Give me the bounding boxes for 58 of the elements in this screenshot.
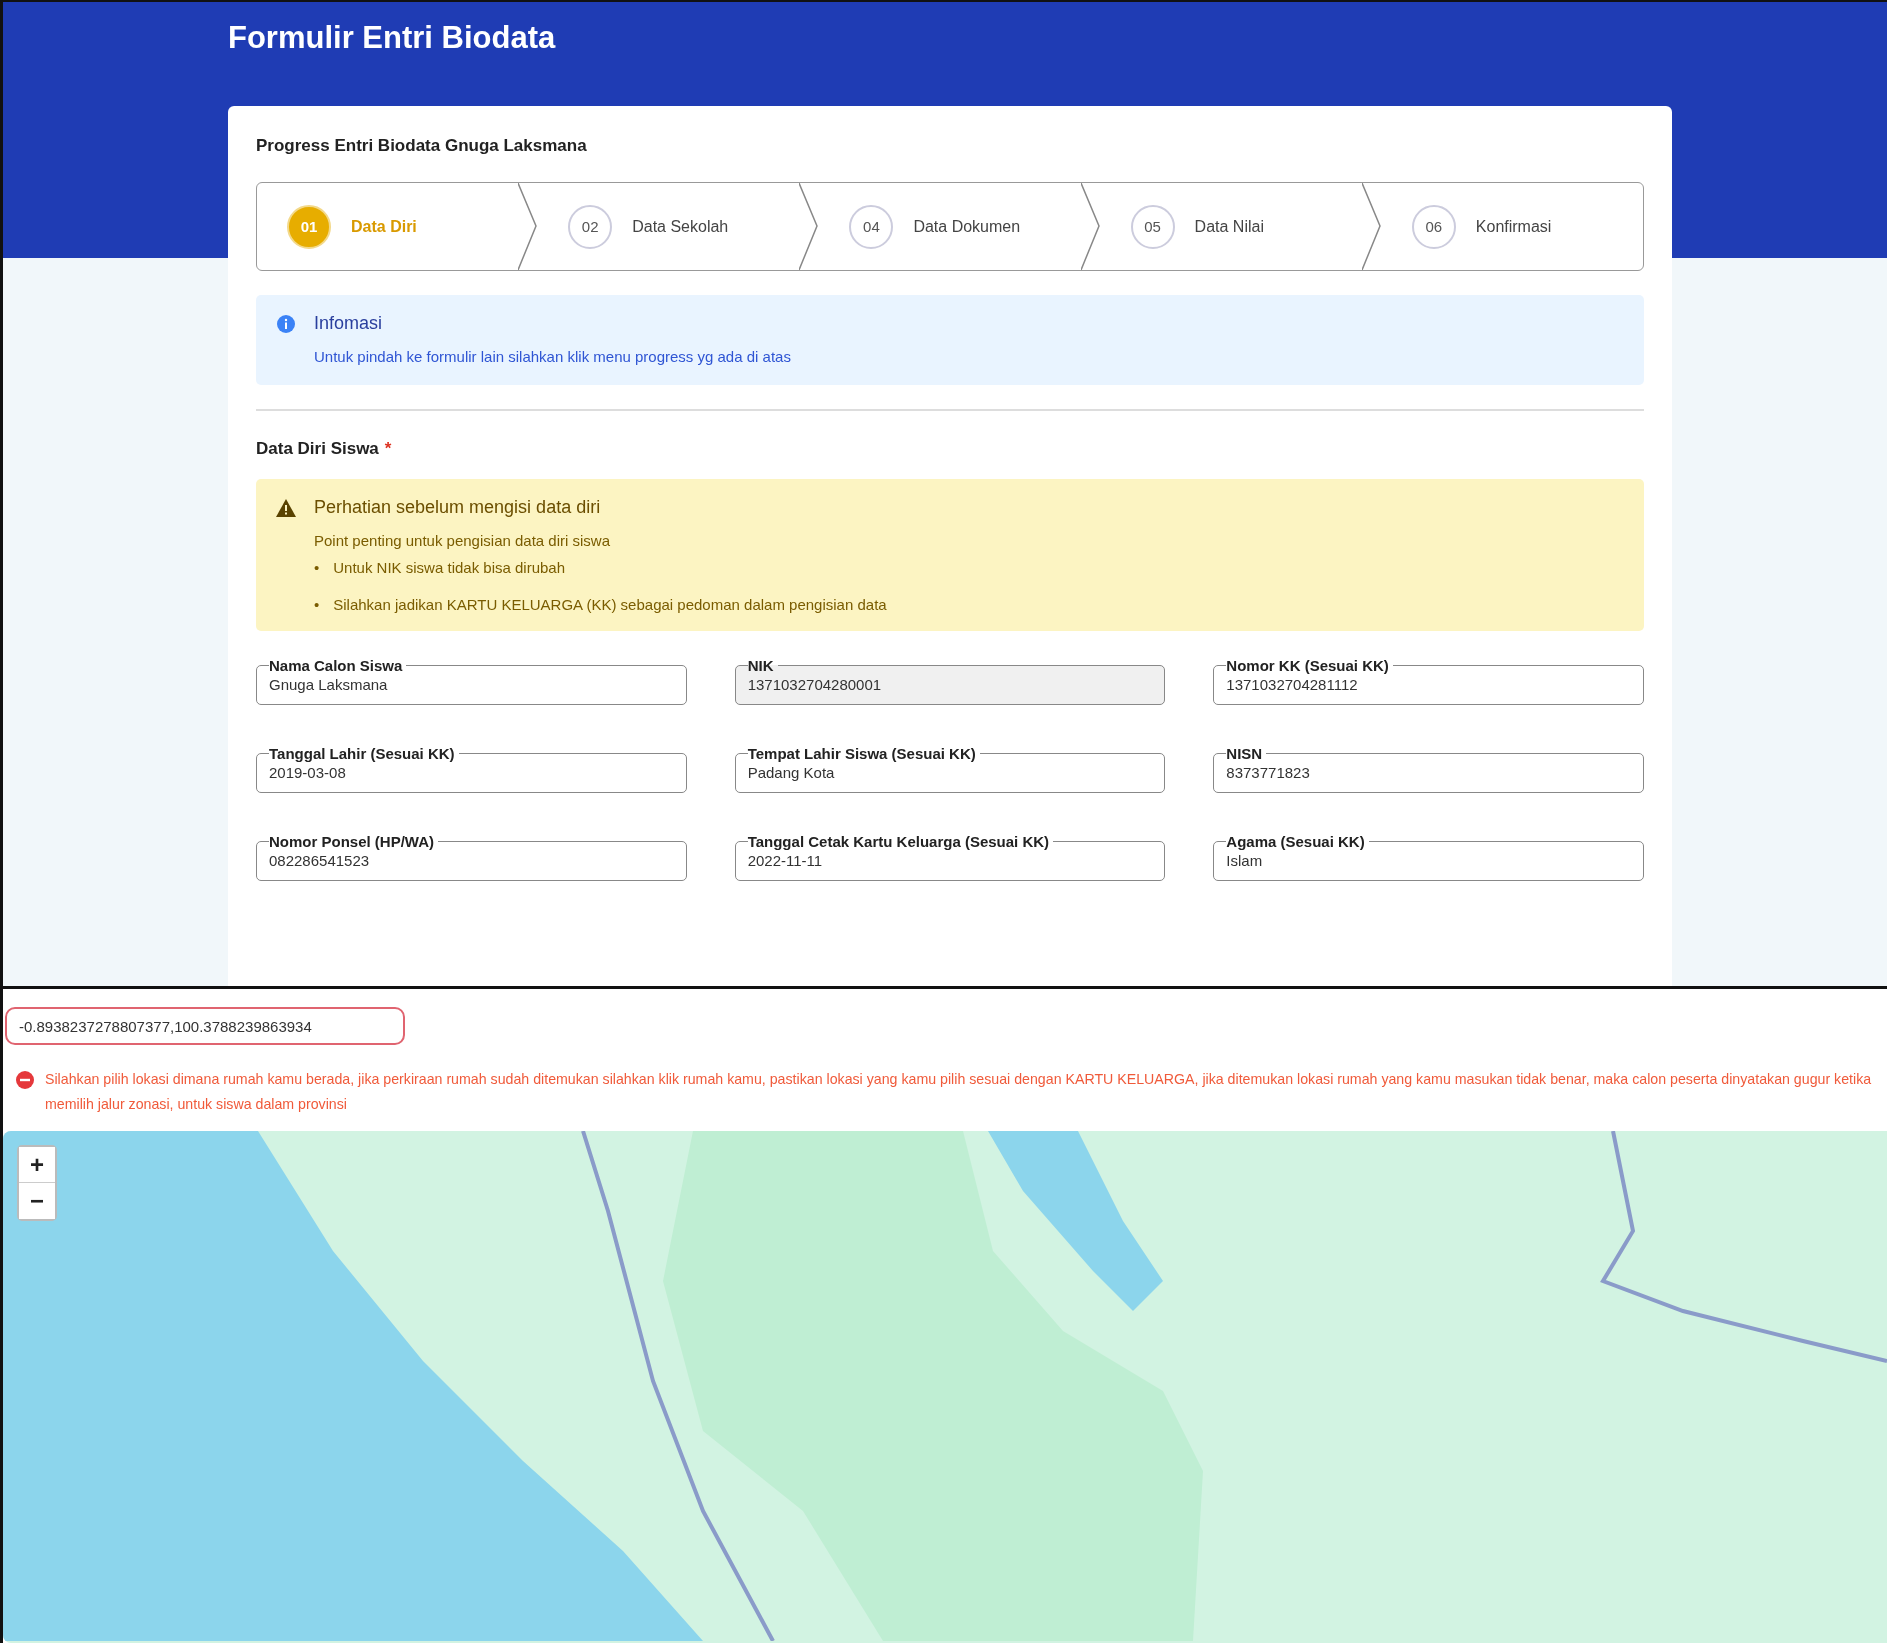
warning-item: Silahkan jadikan KARTU KELUARGA (KK) sebagai pedoman dalam pengisian data	[333, 596, 887, 613]
info-text: Untuk pindah ke formulir lain silahkan klik menu progress yg ada di atas	[314, 348, 792, 365]
step-number: 05	[1130, 204, 1175, 249]
field-label: Nomor KK (Sesuai KK)	[1226, 657, 1390, 674]
field-value: 082286541523	[269, 851, 370, 869]
progress-step[interactable]: 04 Data Dokumen	[819, 183, 1081, 270]
step-label: Data Sekolah	[632, 217, 729, 236]
progress-title: Progress Entri Biodata Gnuga Laksmana	[256, 136, 588, 156]
field-value: Islam	[1226, 851, 1263, 869]
step-number: 01	[287, 204, 331, 249]
warning-title: Perhatian sebelum mengisi data diri	[314, 497, 601, 518]
step-label: Data Dokumen	[913, 217, 1021, 236]
zoom-in-button[interactable]: +	[19, 1147, 55, 1183]
field-value: Padang Kota	[747, 763, 835, 781]
required-mark: *	[384, 439, 392, 459]
text-field[interactable]: Tempat Lahir Siswa (Sesuai KK) Padang Kota	[734, 745, 1166, 793]
info-icon	[276, 313, 296, 334]
field-label: Nomor Ponsel (HP/WA)	[269, 833, 435, 850]
text-field[interactable]: Tanggal Lahir (Sesuai KK) 2019-03-08	[256, 745, 687, 793]
progress-step[interactable]: 02 Data Sekolah	[538, 183, 800, 270]
step-number: 02	[568, 204, 613, 249]
warning-icon	[276, 498, 296, 517]
warning-text: Point penting untuk pengisian data diri siswa	[314, 532, 612, 549]
field-value: Gnuga Laksmana	[269, 675, 388, 693]
step-number: 04	[849, 204, 894, 249]
field-label: Nama Calon Siswa	[269, 657, 404, 674]
field-value: 2022-11-11	[747, 851, 823, 869]
field-label: Tanggal Lahir (Sesuai KK)	[269, 745, 456, 762]
section-title: Data Diri Siswa	[256, 439, 379, 459]
step-label: Konfirmasi	[1475, 217, 1552, 236]
field-value: 1371032704280001	[747, 675, 882, 693]
coordinates-field[interactable]: -0.8938237278807377,100.3788239863934	[5, 1007, 405, 1045]
map[interactable]: + −	[3, 1131, 1887, 1643]
field-label: Agama (Sesuai KK)	[1226, 833, 1366, 850]
progress-step[interactable]: 05 Data Nilai	[1100, 183, 1362, 270]
field-label: NIK	[747, 657, 775, 674]
field-value: 1371032704281112	[1226, 675, 1358, 693]
text-field[interactable]: Nomor KK (Sesuai KK) 1371032704281112	[1213, 657, 1644, 705]
field-label: Tanggal Cetak Kartu Keluarga (Sesuai KK)	[747, 833, 1051, 850]
step-number: 06	[1411, 204, 1456, 249]
text-field[interactable]: Tanggal Cetak Kartu Keluarga (Sesuai KK) 2022-11-11	[734, 833, 1166, 881]
text-field[interactable]: Agama (Sesuai KK) Islam	[1213, 833, 1644, 881]
page-title: Formulir Entri Biodata	[228, 20, 557, 56]
error-icon	[15, 1070, 35, 1090]
step-label: Data Nilai	[1194, 217, 1264, 236]
field-value: 2019-03-08	[269, 763, 346, 781]
step-label: Data Diri	[351, 217, 417, 236]
error-message: Silahkan pilih lokasi dimana rumah kamu berada, jika perkiraan rumah sudah ditemukan silahkan klik rumah kamu, pastikan lokasi yang kamu pilih sesuai dengan KARTU KELUARGA, jika ditemukan lokasi rumah yang kamu masukan tidak benar, maka calon peserta dinyatakan gugur ketika memilih jalur zonasi, untuk siswa dalam provinsi	[45, 1070, 1873, 1114]
bullet: •	[314, 559, 320, 576]
text-field[interactable]: Nomor Ponsel (HP/WA) 082286541523	[256, 833, 687, 881]
info-title: Infomasi	[314, 313, 383, 334]
field-label: Tempat Lahir Siswa (Sesuai KK)	[747, 745, 977, 762]
field-value: 8373771823	[1226, 763, 1310, 781]
warning-item: Untuk NIK siswa tidak bisa dirubah	[333, 559, 566, 576]
field-label: NISN	[1226, 745, 1264, 762]
progress-step[interactable]: 06 Konfirmasi	[1381, 183, 1643, 270]
bullet: •	[314, 596, 320, 613]
text-field[interactable]: Nama Calon Siswa Gnuga Laksmana	[256, 657, 687, 705]
